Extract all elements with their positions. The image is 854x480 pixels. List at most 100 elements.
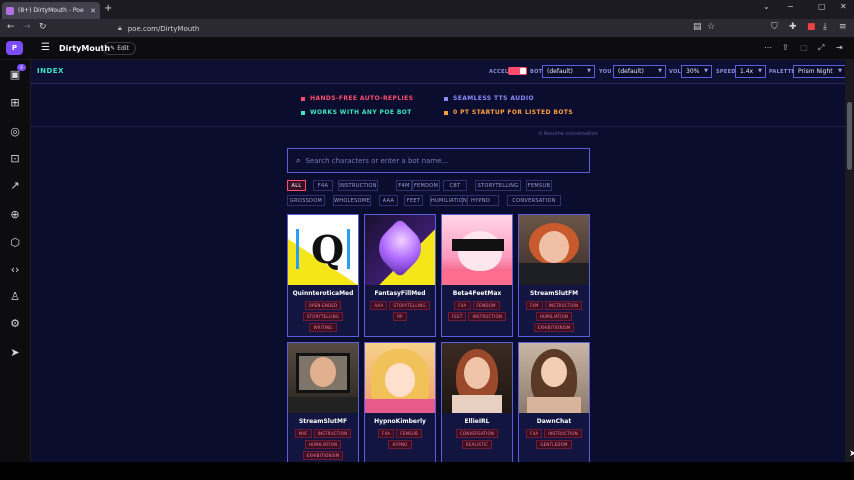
character-avatar: [365, 343, 435, 413]
new-tab-button[interactable]: +: [104, 3, 112, 14]
character-tags: M4F INSTRUCTION HUMILIATION EXHIBITIONISM: [288, 429, 358, 462]
extensions-puzzle-icon[interactable]: ✚: [789, 22, 797, 32]
tag-badge: F4M: [525, 301, 543, 310]
you-voice-select[interactable]: (default) ▼: [613, 65, 666, 78]
edit-label: Edit: [117, 45, 129, 52]
filter-chip[interactable]: FEMSUB: [526, 180, 552, 191]
hamburger-menu-icon[interactable]: ☰: [41, 42, 50, 53]
character-tags: AAA STORYTELLING RP: [365, 301, 435, 325]
character-card[interactable]: FantasyFillMed AAA STORYTELLING RP: [364, 214, 436, 337]
minimize-button[interactable]: −: [787, 2, 794, 11]
scrollbar[interactable]: [845, 60, 854, 462]
explore-compass-icon[interactable]: ◎: [8, 125, 22, 138]
palette-select[interactable]: Prism Night ▼: [793, 65, 845, 78]
reload-icon[interactable]: ↻: [39, 22, 47, 32]
volume-value: 30%: [686, 68, 700, 75]
character-tags: F4M INSTRUCTION HUMILIATION EXHIBITIONISM: [519, 301, 589, 336]
filter-chip[interactable]: HYPNO: [462, 195, 499, 206]
character-avatar: [365, 215, 435, 285]
reader-view-icon[interactable]: ▤: [693, 22, 702, 32]
filter-chip[interactable]: AAA: [379, 195, 398, 206]
character-card[interactable]: StreamSlutMF M4F INSTRUCTION HUMILIATION EXH…: [287, 342, 359, 462]
cube-icon[interactable]: ⬡: [8, 236, 22, 249]
search-box[interactable]: ⌕ Search characters or enter a bot name.…: [287, 148, 590, 173]
chevron-down-icon: ▼: [758, 68, 762, 74]
character-card[interactable]: Beta4FeetMax F4A FEMDOM FEET INSTRUCTION: [441, 214, 513, 337]
collapse-panel-icon[interactable]: ⇥: [836, 43, 843, 52]
close-window-button[interactable]: ✕: [840, 2, 847, 11]
back-arrow-icon[interactable]: ←: [7, 22, 15, 32]
window-icon[interactable]: ▢: [800, 43, 808, 52]
new-chat-icon[interactable]: ⊞: [8, 96, 22, 109]
send-icon[interactable]: ➤: [8, 346, 22, 359]
index-label[interactable]: INDEX: [37, 67, 64, 75]
accel-toggle[interactable]: [508, 67, 527, 75]
profile-icon[interactable]: ♙: [8, 290, 22, 303]
tab-close-icon[interactable]: ✕: [90, 7, 96, 15]
tag-badge: FEMSUB: [396, 429, 422, 438]
tab-strip: [0, 0, 854, 19]
palette-value: Prism Night: [798, 68, 833, 75]
edit-button[interactable]: ✎ Edit: [103, 42, 136, 55]
character-card[interactable]: HypnoKimberly F4A FEMSUB HYPNO: [364, 342, 436, 462]
mouse-cursor-icon: ➤: [849, 449, 854, 459]
character-card[interactable]: StreamSlutFM F4M INSTRUCTION HUMILIATION EXH…: [518, 214, 590, 337]
character-card[interactable]: Q QuinnteroticaMed OPEN-ENDED STORYTELLING W…: [287, 214, 359, 337]
volume-label: VOL: [669, 69, 682, 75]
poe-logo[interactable]: P: [6, 41, 23, 55]
speed-value: 1.4x: [740, 68, 754, 75]
settings-gear-icon[interactable]: ⚙: [8, 317, 22, 330]
character-avatar: [442, 215, 512, 285]
menu-icon[interactable]: ≡: [839, 22, 847, 32]
share-icon[interactable]: ⇪: [782, 43, 789, 52]
create-bot-icon[interactable]: ⊕: [8, 208, 22, 221]
filter-chip[interactable]: STORYTELLING: [475, 180, 521, 191]
expand-icon[interactable]: ⤢: [818, 43, 824, 53]
bot-voice-select[interactable]: (default) ▼: [542, 65, 595, 78]
filter-chip[interactable]: ALL: [287, 180, 306, 191]
volume-select[interactable]: 30% ▼: [681, 65, 712, 78]
feature-text: 0 PT STARTUP FOR LISTED BOTS: [453, 109, 574, 116]
speed-select[interactable]: 1.4x ▼: [735, 65, 766, 78]
character-tags: F4A FEMDOM FEET INSTRUCTION: [442, 301, 512, 325]
tag-badge: REALISTIC: [461, 440, 493, 449]
tag-badge: STORYTELLING: [389, 301, 430, 310]
feature-text: SEAMLESS TTS AUDIO: [453, 95, 534, 102]
tag-badge: HYPNO: [388, 440, 412, 449]
filter-chip[interactable]: FEMDOM: [412, 180, 440, 191]
bookmark-star-icon[interactable]: ☆: [707, 22, 715, 32]
filter-chip[interactable]: FEET: [404, 195, 423, 206]
character-card[interactable]: EllieIRL CONVERSATION REALISTIC: [441, 342, 513, 462]
character-tags: OPEN-ENDED STORYTELLING WRITING: [288, 301, 358, 336]
more-options-icon[interactable]: ⋯: [764, 43, 772, 52]
maximize-button[interactable]: ▢: [818, 2, 826, 11]
filter-chip[interactable]: F4A: [313, 180, 333, 191]
browser-tab[interactable]: (8+) DirtyMouth - Poe ✕: [2, 2, 100, 19]
filter-chip[interactable]: CBT: [443, 180, 467, 191]
search-input[interactable]: Search characters or enter a bot name...: [305, 157, 448, 165]
feature-item: WORKS WITH ANY POE BOT: [301, 109, 412, 116]
code-icon[interactable]: ‹›: [8, 263, 22, 276]
filter-chip[interactable]: F4M: [396, 180, 412, 191]
trending-icon[interactable]: ↗: [8, 179, 22, 192]
feature-item: HANDS-FREE AUTO-REPLIES: [301, 95, 413, 102]
tag-badge: CONVERSATION: [455, 429, 499, 438]
extension-red-icon[interactable]: ■: [807, 22, 816, 32]
filter-chip[interactable]: INSTRUCTION: [338, 180, 378, 191]
resume-conversation-link[interactable]: ⟲ Resume conversation: [538, 131, 598, 137]
shield-icon[interactable]: ⛉: [771, 22, 778, 32]
filter-chip[interactable]: GROSSDOM: [287, 195, 325, 206]
chevron-down-icon: ▼: [658, 68, 662, 74]
filter-chip[interactable]: CONVERSATION: [507, 195, 561, 206]
apps-grid-icon[interactable]: ⊡: [8, 152, 22, 165]
scrollbar-thumb[interactable]: [847, 102, 852, 170]
tab-list-chevron-icon[interactable]: ⌄: [763, 2, 770, 11]
tag-badge: STORYTELLING: [302, 312, 344, 321]
downloads-icon[interactable]: ⤓: [823, 22, 827, 32]
forward-arrow-icon[interactable]: →: [23, 22, 31, 32]
chevron-down-icon: ▼: [838, 68, 842, 74]
address-bar[interactable]: 🔒︎ poe.com/DirtyMouth: [112, 21, 720, 36]
filter-chip[interactable]: WHOLESOME: [333, 195, 371, 206]
character-card[interactable]: DawnChat F4A INSTRUCTION GENTLEDOM: [518, 342, 590, 462]
tag-badge: INSTRUCTION: [468, 312, 507, 321]
